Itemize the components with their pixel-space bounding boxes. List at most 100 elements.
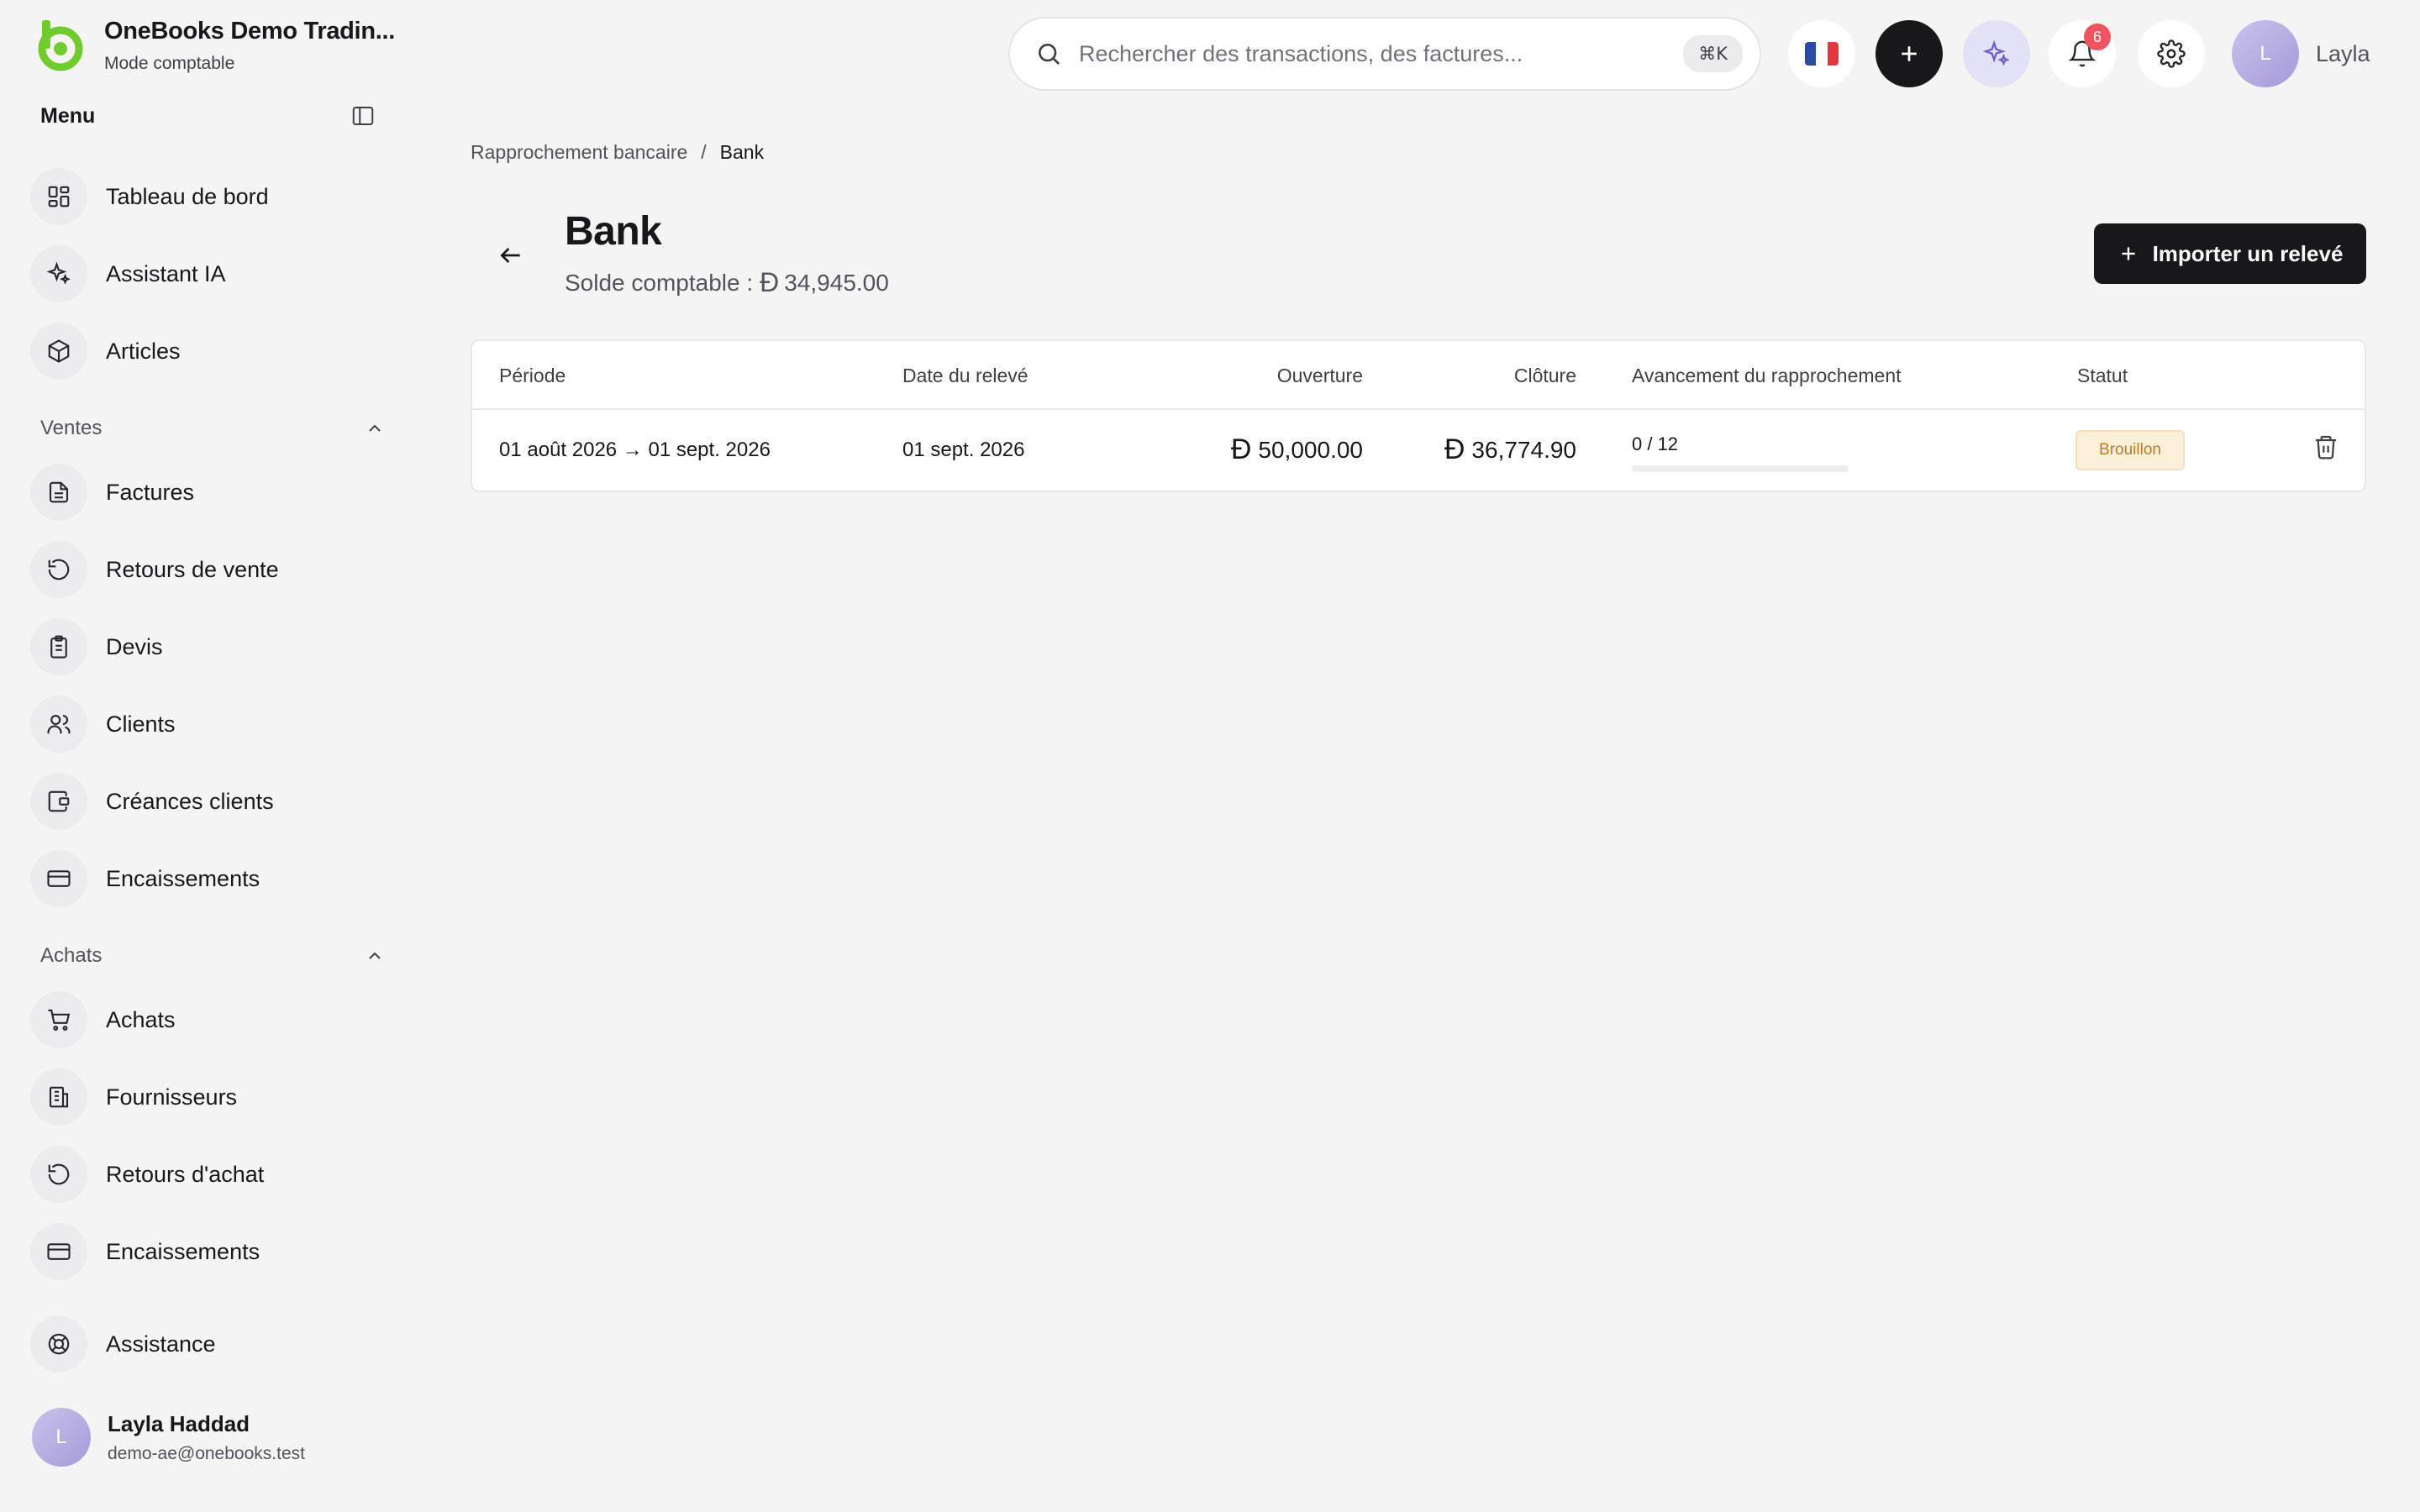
nav-label: Devis bbox=[106, 633, 163, 659]
nav-item-support[interactable]: Assistance bbox=[30, 1312, 383, 1376]
currency-symbol: Đ bbox=[1444, 433, 1465, 465]
notifications-button[interactable]: 6 bbox=[2049, 20, 2116, 87]
account-balance: Solde comptable : Đ 34,945.00 bbox=[565, 267, 889, 298]
nav-item-purchase-payments[interactable]: Encaissements bbox=[30, 1220, 383, 1284]
building-icon bbox=[49, 1086, 69, 1108]
menu-header: Menu bbox=[40, 99, 380, 133]
table-row[interactable]: 01 août 2026 → 01 sept. 2026 01 sept. 20… bbox=[472, 410, 2365, 492]
users-icon bbox=[47, 714, 71, 734]
progress-bar bbox=[1632, 465, 1849, 472]
cart-icon bbox=[48, 1009, 71, 1031]
table-header: Période Date du relevé Ouverture Clôture… bbox=[472, 341, 2365, 410]
currency-symbol: Đ bbox=[760, 267, 780, 297]
column-header-progress: Avancement du rapprochement bbox=[1632, 365, 1902, 386]
brand[interactable]: OneBooks Demo Tradin... Mode comptable bbox=[32, 17, 395, 74]
ai-button[interactable] bbox=[1963, 20, 2030, 87]
nav-label: Clients bbox=[106, 711, 176, 737]
plus-icon bbox=[1902, 46, 1917, 61]
search-shortcut: ⌘K bbox=[1683, 35, 1743, 72]
column-header-status: Statut bbox=[2077, 365, 2128, 386]
trash-icon bbox=[2316, 435, 2336, 459]
search-bar[interactable]: Rechercher des transactions, des facture… bbox=[1008, 17, 1761, 91]
dashboard-icon bbox=[48, 186, 70, 207]
user-email: demo-ae@onebooks.test bbox=[108, 1443, 305, 1463]
notification-count-badge: 6 bbox=[2084, 24, 2111, 50]
settings-button[interactable] bbox=[2138, 20, 2205, 87]
user-name: Layla Haddad bbox=[108, 1410, 250, 1436]
breadcrumb-parent-link[interactable]: Rapprochement bancaire bbox=[471, 141, 687, 164]
statements-table: Période Date du relevé Ouverture Clôture… bbox=[471, 339, 2366, 492]
reconciliation-progress: 0 / 12 bbox=[1632, 433, 1849, 472]
nav-item-suppliers[interactable]: Fournisseurs bbox=[30, 1065, 383, 1129]
nav-label: Fournisseurs bbox=[106, 1084, 238, 1110]
nav-item-articles[interactable]: Articles bbox=[30, 319, 383, 383]
box-icon bbox=[48, 339, 70, 363]
nav-label: Assistant IA bbox=[106, 260, 226, 286]
cell-opening: Đ 50,000.00 bbox=[1231, 433, 1363, 466]
breadcrumb-separator: / bbox=[701, 141, 707, 163]
menu-title: Menu bbox=[40, 103, 96, 128]
column-header-closing: Clôture bbox=[1513, 365, 1576, 386]
cell-statement-date: 01 sept. 2026 bbox=[902, 438, 1025, 461]
sidebar-collapse-button[interactable] bbox=[346, 99, 380, 133]
nav-label: Encaissements bbox=[106, 865, 260, 891]
company-mode: Mode comptable bbox=[104, 53, 235, 73]
section-sales-toggle[interactable]: Ventes bbox=[40, 412, 385, 445]
search-icon bbox=[1039, 44, 1060, 65]
progress-text: 0 / 12 bbox=[1632, 433, 1679, 454]
section-purchases-toggle[interactable]: Achats bbox=[40, 939, 385, 973]
nav-label: Tableau de bord bbox=[106, 183, 269, 209]
avatar: L bbox=[2232, 20, 2299, 87]
delete-statement-button[interactable] bbox=[2307, 428, 2344, 465]
language-button[interactable] bbox=[1788, 20, 1855, 87]
currency-symbol: Đ bbox=[1230, 433, 1252, 465]
gear-icon bbox=[2157, 39, 2186, 68]
column-header-period: Période bbox=[499, 365, 566, 386]
cell-closing: Đ 36,774.90 bbox=[1444, 433, 1576, 466]
section-label: Achats bbox=[40, 944, 103, 967]
sparkles-icon bbox=[1982, 39, 2010, 66]
sidebar-panel-icon bbox=[352, 107, 374, 125]
plus-icon bbox=[2121, 247, 2135, 260]
nav-item-purchases[interactable]: Achats bbox=[30, 988, 383, 1052]
nav-label: Encaissements bbox=[106, 1238, 260, 1264]
page-title: Bank bbox=[565, 209, 662, 254]
search-input[interactable]: Rechercher des transactions, des facture… bbox=[1079, 41, 1683, 67]
chevron-up-icon bbox=[369, 424, 381, 432]
undo-icon bbox=[48, 1163, 70, 1185]
user-short-name: Layla bbox=[2316, 40, 2370, 66]
nav-item-clients[interactable]: Clients bbox=[30, 692, 383, 756]
balance-label: Solde comptable : bbox=[565, 269, 754, 296]
nav-item-purchase-returns[interactable]: Retours d'achat bbox=[30, 1142, 383, 1206]
sidebar: OneBooks Demo Tradin... Mode comptable M… bbox=[0, 0, 403, 1512]
company-name: OneBooks Demo Tradin... bbox=[104, 17, 395, 45]
nav-label: Assistance bbox=[106, 1331, 216, 1357]
user-card[interactable]: L Layla Haddad demo-ae@onebooks.test bbox=[32, 1408, 305, 1467]
onebooks-logo-icon bbox=[38, 20, 83, 71]
create-button[interactable] bbox=[1876, 20, 1943, 87]
nav-item-sales-returns[interactable]: Retours de vente bbox=[30, 538, 383, 601]
user-menu[interactable]: L Layla bbox=[2232, 20, 2370, 87]
invoice-icon bbox=[49, 481, 69, 503]
section-label: Ventes bbox=[40, 417, 103, 439]
opening-value: 50,000.00 bbox=[1258, 436, 1363, 463]
nav-label: Retours d'achat bbox=[106, 1161, 265, 1187]
clipboard-icon bbox=[50, 635, 67, 659]
credit-card-icon bbox=[47, 1243, 71, 1260]
nav-label: Factures bbox=[106, 479, 195, 505]
nav-item-quotes[interactable]: Devis bbox=[30, 615, 383, 679]
cell-period: 01 août 2026 → 01 sept. 2026 bbox=[499, 438, 771, 461]
nav-item-dashboard[interactable]: Tableau de bord bbox=[30, 165, 383, 228]
nav-item-receivables[interactable]: Créances clients bbox=[30, 769, 383, 833]
sparkles-icon bbox=[46, 261, 71, 285]
column-header-statement-date: Date du relevé bbox=[902, 365, 1028, 386]
nav-item-collections[interactable]: Encaissements bbox=[30, 847, 383, 911]
column-header-opening: Ouverture bbox=[1276, 365, 1363, 386]
nav-item-invoices[interactable]: Factures bbox=[30, 460, 383, 524]
back-button[interactable] bbox=[491, 235, 531, 276]
import-statement-button[interactable]: Importer un relevé bbox=[2094, 223, 2366, 284]
france-flag-icon bbox=[1805, 42, 1839, 66]
nav-item-ai-assistant[interactable]: Assistant IA bbox=[30, 242, 383, 306]
arrow-left-icon bbox=[500, 248, 520, 263]
credit-card-icon bbox=[47, 870, 71, 887]
